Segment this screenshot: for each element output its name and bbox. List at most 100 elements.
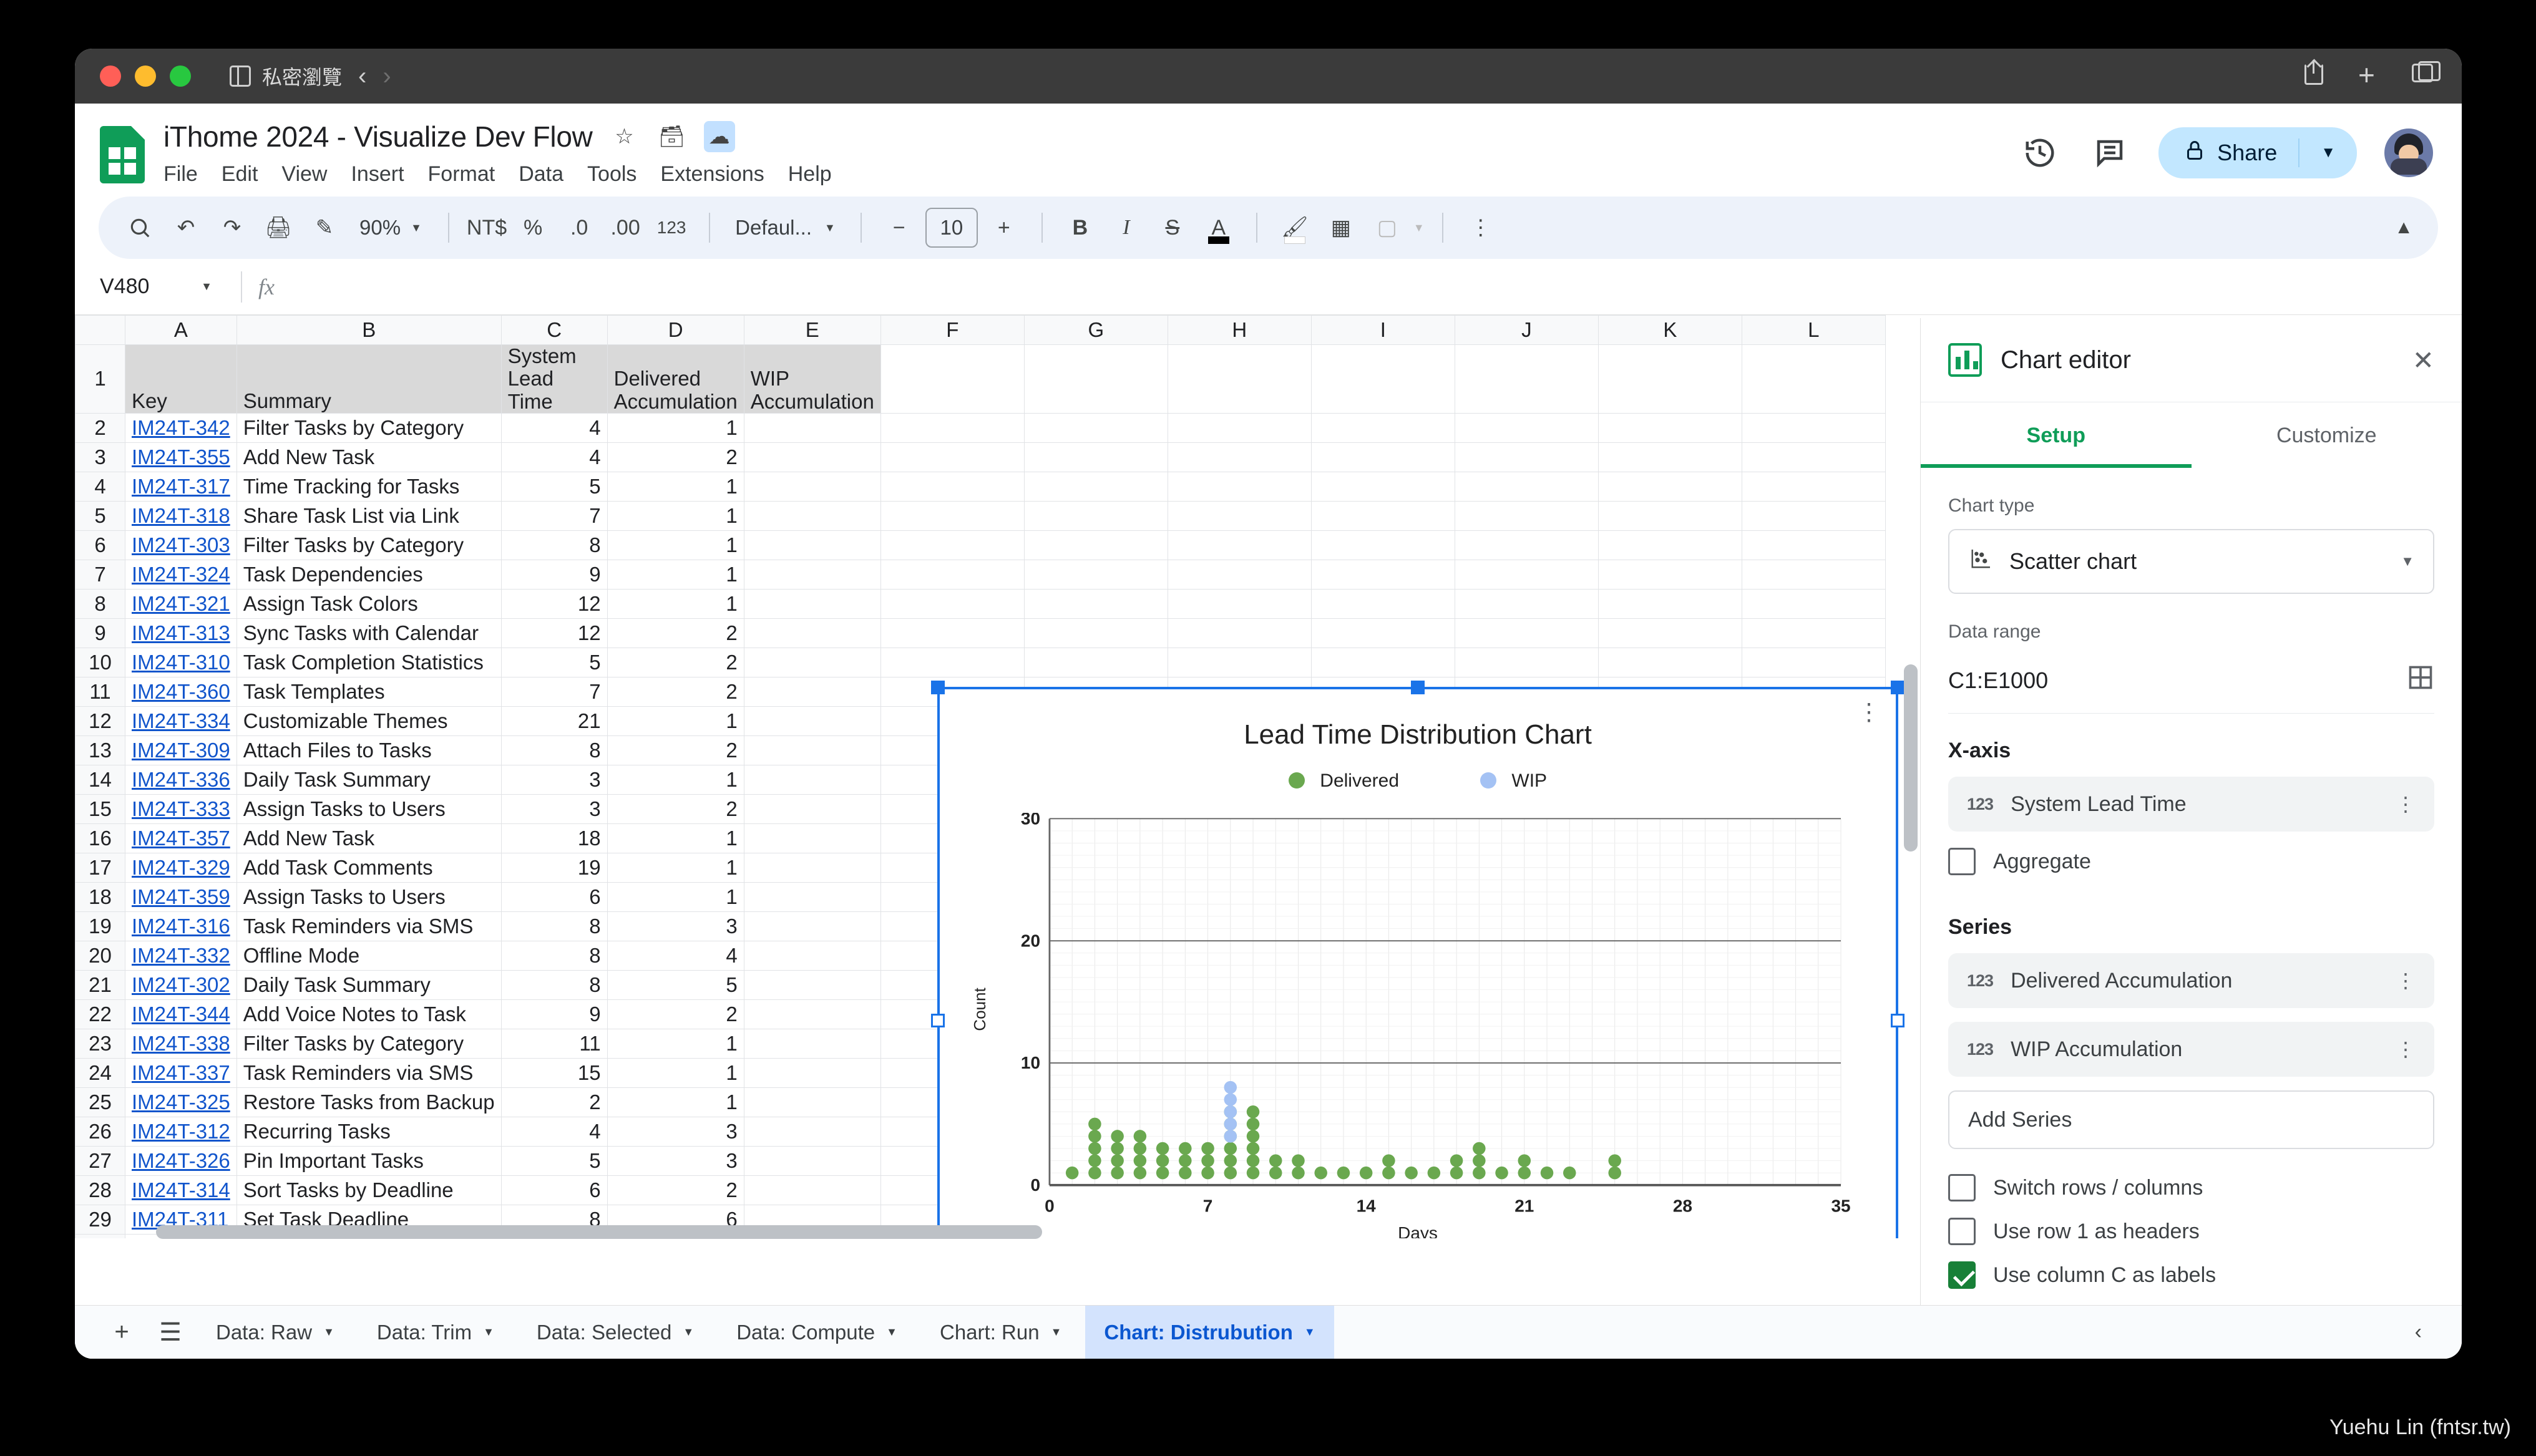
series-chip-delivered[interactable]: 123 Delivered Accumulation ⋮ xyxy=(1948,953,2434,1008)
cell-i[interactable] xyxy=(1310,647,1455,677)
cell-l[interactable] xyxy=(1741,588,1886,619)
cell-wip[interactable] xyxy=(743,823,881,853)
row-header[interactable]: 28 xyxy=(75,1175,125,1205)
cell-l[interactable] xyxy=(1741,618,1886,648)
minimize-window-button[interactable] xyxy=(135,66,156,87)
cell-j[interactable] xyxy=(1454,442,1599,472)
search-icon[interactable] xyxy=(120,208,160,248)
row-header[interactable]: 25 xyxy=(75,1087,125,1117)
row-header[interactable]: 4 xyxy=(75,471,125,502)
row-header[interactable]: 26 xyxy=(75,1116,125,1147)
cell-j[interactable] xyxy=(1454,471,1599,502)
chevron-down-icon[interactable]: ▼ xyxy=(483,1326,494,1339)
cell-b1[interactable]: Summary xyxy=(236,344,502,414)
cell-k[interactable] xyxy=(1597,412,1742,443)
cell-l[interactable] xyxy=(1741,442,1886,472)
cell-wip[interactable] xyxy=(743,764,881,795)
cell-wip[interactable] xyxy=(743,412,881,443)
cell-key[interactable]: IM24T-355 xyxy=(125,442,237,472)
cell-lead-time[interactable]: 12 xyxy=(500,618,608,648)
cell-wip[interactable] xyxy=(743,881,881,912)
more-formats-button[interactable]: 123 xyxy=(651,208,691,248)
switch-rows-columns-row[interactable]: Switch rows / columns xyxy=(1948,1174,2434,1201)
chevron-down-icon[interactable]: ▼ xyxy=(1413,221,1425,235)
cell-delivered[interactable]: 2 xyxy=(607,999,744,1029)
column-header-l[interactable]: L xyxy=(1741,315,1886,345)
currency-format-button[interactable]: NT$ xyxy=(467,208,507,248)
cell-delivered[interactable]: 2 xyxy=(607,647,744,677)
switch-rows-columns-checkbox[interactable] xyxy=(1948,1174,1976,1201)
cell-summary[interactable]: Task Completion Statistics xyxy=(236,647,502,677)
move-to-folder-icon[interactable]: 🗃 xyxy=(656,121,688,152)
cell-key[interactable]: IM24T-324 xyxy=(125,559,237,590)
cell-j[interactable] xyxy=(1454,618,1599,648)
chevron-down-icon[interactable]: ▼ xyxy=(323,1326,334,1339)
cell-wip[interactable] xyxy=(743,471,881,502)
cell-summary[interactable]: Task Reminders via SMS xyxy=(236,911,502,941)
cell-h[interactable] xyxy=(1167,588,1312,619)
collapse-sheetbar-icon[interactable]: ‹ xyxy=(2415,1320,2437,1344)
cell-k[interactable] xyxy=(1597,500,1742,531)
table-row[interactable]: 4 IM24T-317 Time Tracking for Tasks 5 1 xyxy=(75,471,1886,502)
undo-icon[interactable]: ↶ xyxy=(166,208,206,248)
cell-key[interactable]: IM24T-302 xyxy=(125,969,237,1000)
cell-i[interactable] xyxy=(1310,500,1455,531)
column-header-b[interactable]: B xyxy=(236,315,502,345)
row-header[interactable]: 24 xyxy=(75,1057,125,1088)
cell-key[interactable]: IM24T-360 xyxy=(125,676,237,707)
cell-j[interactable] xyxy=(1454,588,1599,619)
row-header[interactable]: 22 xyxy=(75,999,125,1029)
cell-key[interactable]: IM24T-357 xyxy=(125,823,237,853)
cell-l[interactable] xyxy=(1741,412,1886,443)
legend-item-wip[interactable]: WIP xyxy=(1480,770,1547,792)
cell-f[interactable] xyxy=(880,500,1025,531)
resize-handle-e[interactable] xyxy=(1891,1014,1904,1027)
cell-summary[interactable]: Task Reminders via SMS xyxy=(236,1057,502,1088)
cell-lead-time[interactable]: 5 xyxy=(500,647,608,677)
percent-format-button[interactable]: % xyxy=(513,208,553,248)
row-header[interactable]: 15 xyxy=(75,794,125,824)
cell-summary[interactable]: Time Tracking for Tasks xyxy=(236,471,502,502)
row-header[interactable]: 11 xyxy=(75,676,125,707)
bold-button[interactable]: B xyxy=(1060,208,1100,248)
column-header-f[interactable]: F xyxy=(880,315,1025,345)
cell-l[interactable] xyxy=(1741,559,1886,590)
cell-k[interactable] xyxy=(1597,618,1742,648)
cell-delivered[interactable]: 2 xyxy=(607,618,744,648)
avatar[interactable] xyxy=(2384,129,2433,177)
print-icon[interactable]: 🖨 xyxy=(258,208,298,248)
cell-g[interactable] xyxy=(1023,530,1168,560)
cell-delivered[interactable]: 1 xyxy=(607,500,744,531)
column-header-d[interactable]: D xyxy=(607,315,744,345)
cell-summary[interactable]: Add Voice Notes to Task xyxy=(236,999,502,1029)
cell-summary[interactable]: Daily Task Summary xyxy=(236,969,502,1000)
cell-c1[interactable]: System Lead Time xyxy=(500,344,608,414)
cell-lead-time[interactable]: 12 xyxy=(500,588,608,619)
text-color-button[interactable]: A xyxy=(1199,208,1239,248)
cell-wip[interactable] xyxy=(743,676,881,707)
cell-wip[interactable] xyxy=(743,1175,881,1205)
tab-overview-icon[interactable] xyxy=(2412,61,2441,89)
version-history-icon[interactable] xyxy=(2019,132,2061,174)
sheet-tab-data-selected[interactable]: Data: Selected ▼ xyxy=(518,1306,713,1359)
cell-h[interactable] xyxy=(1167,618,1312,648)
cell-f[interactable] xyxy=(880,412,1025,443)
chevron-down-icon[interactable]: ▼ xyxy=(1304,1326,1315,1339)
cell-l[interactable] xyxy=(1741,500,1886,531)
cell-i1[interactable] xyxy=(1310,344,1455,414)
more-options-icon[interactable]: ⋮ xyxy=(1461,208,1501,248)
table-row[interactable]: 7 IM24T-324 Task Dependencies 9 1 xyxy=(75,559,1886,590)
cell-delivered[interactable]: 1 xyxy=(607,852,744,883)
cell-key[interactable]: IM24T-303 xyxy=(125,530,237,560)
row-header[interactable]: 2 xyxy=(75,412,125,443)
cell-key[interactable]: IM24T-336 xyxy=(125,764,237,795)
cell-j[interactable] xyxy=(1454,559,1599,590)
cell-f[interactable] xyxy=(880,559,1025,590)
row-header[interactable]: 8 xyxy=(75,588,125,619)
cell-lead-time[interactable]: 7 xyxy=(500,500,608,531)
cell-summary[interactable]: Recurring Tasks xyxy=(236,1116,502,1147)
cell-lead-time[interactable]: 5 xyxy=(500,1145,608,1176)
cell-delivered[interactable]: 2 xyxy=(607,794,744,824)
zoom-control[interactable]: 90% ▼ xyxy=(351,216,431,240)
all-sheets-button[interactable]: ☰ xyxy=(149,1311,192,1354)
